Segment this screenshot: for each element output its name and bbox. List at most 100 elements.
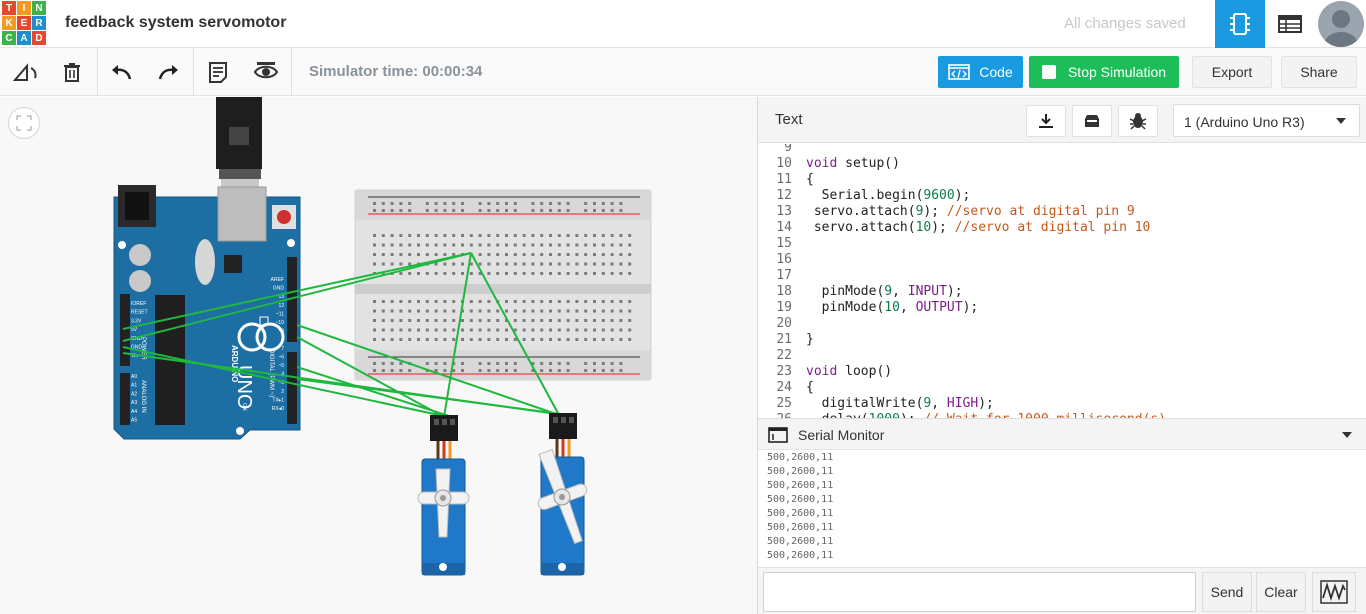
stop-simulation-button[interactable]: Stop Simulation (1029, 56, 1179, 88)
line-text: { (806, 172, 814, 187)
save-status: All changes saved (1064, 15, 1186, 32)
device-select[interactable]: 1 (Arduino Uno R3) (1173, 104, 1360, 137)
notes-icon (209, 62, 227, 83)
undo-button[interactable] (108, 59, 134, 85)
line-number: 22 (776, 348, 792, 363)
libraries-button[interactable] (1072, 105, 1112, 137)
pin-label: ~11 (276, 311, 284, 317)
rotate-icon (13, 63, 37, 81)
code-line: 11 { (758, 172, 1366, 188)
line-text: servo.attach(10); //servo at digital pin… (806, 220, 1151, 235)
line-text: void setup() (806, 156, 900, 171)
serial-line: 500,2600,11 (767, 466, 834, 477)
analog-label: ANALOG IN (140, 380, 146, 413)
line-text: } (806, 332, 814, 347)
library-icon (1085, 115, 1099, 127)
code-editor[interactable]: 9 10 void setup() 11 {12 Serial.begin(9600);… (758, 144, 1366, 418)
undo-icon (112, 65, 132, 80)
device-select-value: 1 (Arduino Uno R3) (1184, 114, 1305, 130)
servo-motor-2[interactable] (522, 413, 603, 576)
breadboard[interactable] (354, 189, 652, 381)
pin-label: A2 (131, 391, 137, 397)
line-number: 18 (776, 284, 792, 299)
chevron-down-icon[interactable] (1342, 432, 1352, 438)
code-line: 17 (758, 268, 1366, 284)
pin-label: 3.3V (131, 318, 142, 324)
stop-icon (1041, 65, 1056, 79)
send-button[interactable]: Send (1202, 572, 1252, 612)
code-line: 22 (758, 348, 1366, 364)
line-text: Serial.begin(9600); (806, 188, 971, 203)
circuit-drawing: ARDUINO UNO DIGITAL (PWM ~) POWER ANALOG… (113, 97, 652, 576)
project-title[interactable]: feedback system servomotor (65, 14, 286, 32)
pin-label: 2 (281, 389, 284, 395)
pin-label: AREF (271, 277, 284, 283)
pin-label: ~6 (278, 354, 284, 360)
component-list-button[interactable] (1265, 0, 1315, 48)
code-line: 14 servo.attach(10); //servo at digital … (758, 220, 1366, 236)
download-code-button[interactable] (1026, 105, 1066, 137)
logo-letter: T (2, 1, 16, 15)
logo-letter: R (32, 16, 46, 30)
serial-input[interactable] (763, 572, 1196, 612)
line-number: 25 (776, 396, 792, 411)
code-line: 13 servo.attach(9); //servo at digital p… (758, 204, 1366, 220)
serial-line: 500,2600,11 (767, 550, 834, 561)
rotate-button[interactable] (12, 59, 38, 85)
redo-icon (158, 65, 178, 80)
pin-label: A4 (131, 409, 137, 415)
line-text: digitalWrite(9, HIGH); (806, 396, 994, 411)
share-button[interactable]: Share (1281, 56, 1357, 88)
code-line: 16 (758, 252, 1366, 268)
code-line: 25 digitalWrite(9, HIGH); (758, 396, 1366, 412)
logo-letter: D (32, 31, 46, 45)
line-number: 17 (776, 268, 792, 283)
logo-letter: N (32, 1, 46, 15)
serial-plotter-button[interactable] (1312, 572, 1356, 612)
debugger-button[interactable] (1118, 105, 1158, 137)
line-number: 10 (776, 156, 792, 171)
tinkercad-logo[interactable]: TIN KER CAD (2, 1, 46, 45)
bug-icon (1129, 113, 1147, 130)
pin-label: 8 (281, 337, 284, 343)
delete-button[interactable] (59, 59, 85, 85)
pin-label: A1 (131, 383, 137, 389)
line-number: 13 (776, 204, 792, 219)
chevron-down-icon (1336, 118, 1346, 124)
line-text: void loop() (806, 364, 893, 379)
visibility-button[interactable] (253, 59, 279, 85)
notes-button[interactable] (205, 59, 231, 85)
pin-label: IOREF (131, 301, 146, 307)
circuit-canvas[interactable]: ARDUINO UNO DIGITAL (PWM ~) POWER ANALOG… (0, 97, 757, 614)
servo-motor-1[interactable] (417, 415, 470, 576)
line-number: 19 (776, 300, 792, 315)
clear-button[interactable]: Clear (1256, 572, 1306, 612)
code-mode-select[interactable]: Text (775, 111, 803, 128)
pin-label: A3 (131, 400, 137, 406)
user-avatar[interactable] (1318, 1, 1364, 47)
code-panel: Text 1 (Arduino Uno R3) 9 10 void setup() 1… (757, 97, 1366, 614)
serial-monitor-output: 500,2600,11 500,2600,11 500,2600,11 500,260… (767, 451, 1357, 566)
pin-label: A5 (131, 418, 137, 424)
code-button[interactable]: Code (938, 56, 1023, 88)
export-button[interactable]: Export (1192, 56, 1272, 88)
line-number: 11 (776, 172, 792, 187)
line-number: 21 (776, 332, 792, 347)
line-text: pinMode(9, INPUT); (806, 284, 963, 299)
redo-button[interactable] (156, 59, 182, 85)
on-led-label: ON (241, 403, 247, 411)
logo-letter: C (2, 31, 16, 45)
terminal-window-icon (768, 427, 788, 443)
circuit-view-button[interactable] (1215, 0, 1265, 48)
editor-toolbar: Simulator time: 00:00:34 Code Stop Simul… (0, 48, 1366, 96)
code-line: 21} (758, 332, 1366, 348)
chip-icon (1230, 13, 1250, 35)
line-number: 12 (776, 188, 792, 203)
arduino-uno-board[interactable]: ARDUINO UNO DIGITAL (PWM ~) POWER ANALOG… (113, 185, 301, 440)
line-text: { (806, 380, 814, 395)
pin-label: A0 (131, 374, 137, 380)
code-line: 10 void setup() (758, 156, 1366, 172)
serial-monitor-header[interactable]: Serial Monitor (758, 418, 1366, 450)
code-line: 9 (758, 144, 1366, 156)
stop-simulation-label: Stop Simulation (1067, 64, 1167, 80)
